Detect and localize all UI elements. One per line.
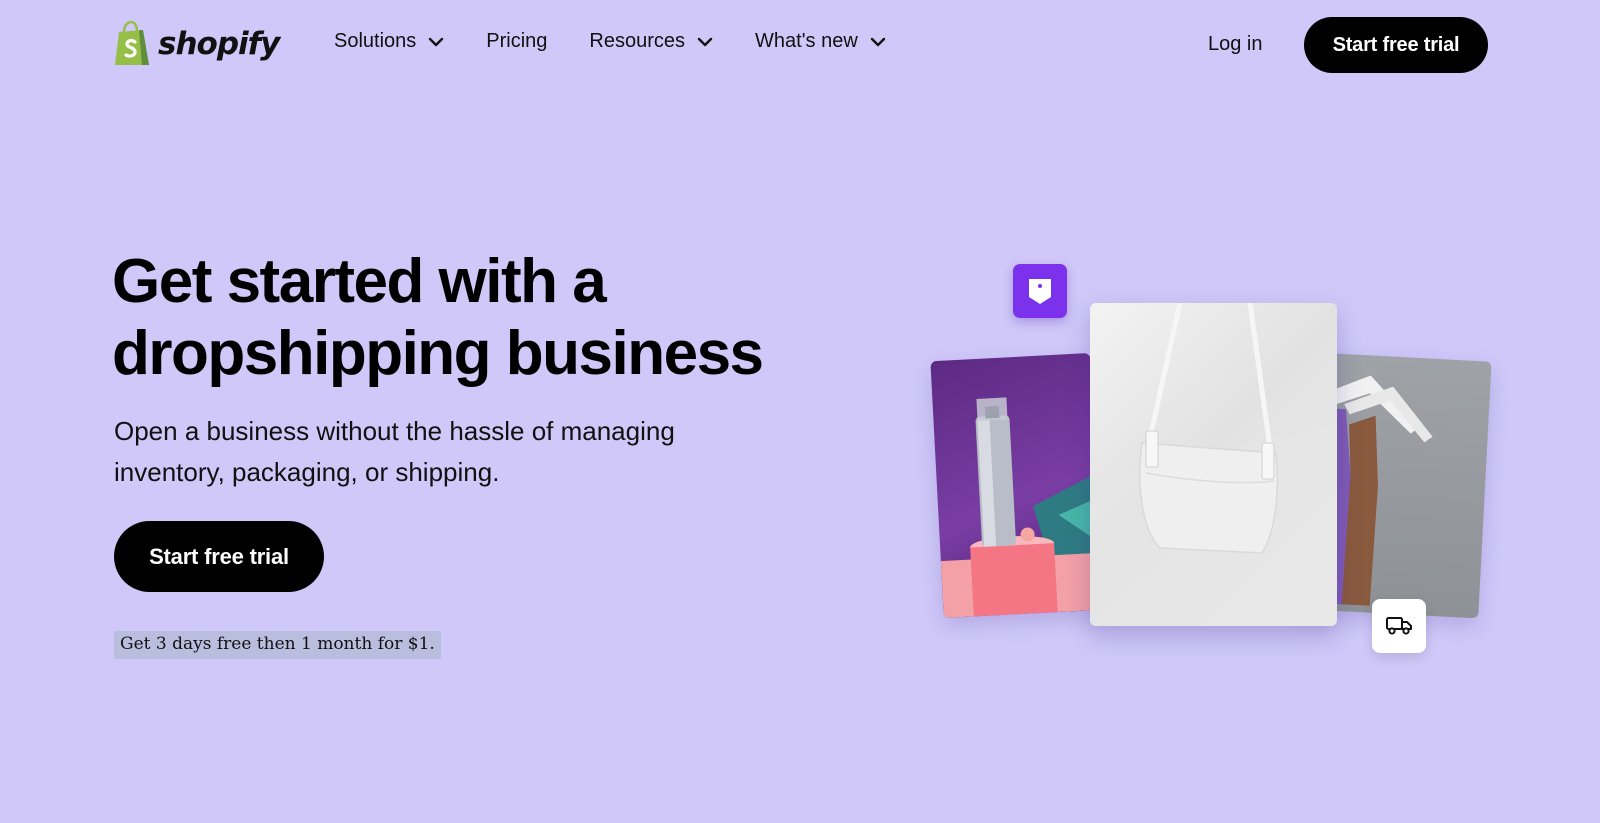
login-link[interactable]: Log in	[1208, 33, 1263, 56]
delivery-truck-icon	[1372, 599, 1426, 653]
logo-wordmark: shopify	[158, 26, 280, 62]
chevron-down-icon	[697, 37, 713, 46]
hero-start-trial-button[interactable]: Start free trial	[114, 521, 324, 592]
site-header: shopify Solutions Pricing Resources What…	[0, 0, 1600, 92]
chevron-down-icon	[429, 37, 444, 46]
hero-subtitle: Open a business without the hassle of ma…	[114, 416, 675, 487]
cosmetics-illustration	[940, 397, 1104, 619]
nav-item-label: Solutions	[334, 30, 417, 52]
main-nav: Solutions Pricing Resources What's new	[334, 30, 928, 53]
hero-title: Get started with a dropshipping business	[112, 247, 764, 388]
shopify-logo[interactable]: shopify	[112, 20, 280, 68]
promo-text: Get 3 days free then 1 month for $1.	[114, 631, 441, 659]
nav-item-label: Resources	[589, 30, 686, 52]
header-start-trial-button[interactable]: Start free trial	[1304, 17, 1488, 73]
nav-item-label: Pricing	[486, 30, 548, 52]
nav-item-pricing[interactable]: Pricing	[486, 30, 547, 53]
nav-item-whats-new[interactable]: What's new	[755, 30, 886, 53]
handbag-product-image	[1090, 303, 1337, 626]
nav-item-resources[interactable]: Resources	[589, 30, 713, 53]
nav-item-solutions[interactable]: Solutions	[334, 30, 444, 53]
truck-glyph-icon	[1386, 617, 1412, 635]
price-tag-icon	[1013, 264, 1067, 318]
handbag-illustration	[1090, 303, 1337, 626]
tag-glyph-icon	[1029, 279, 1051, 304]
cosmetics-product-image	[930, 352, 1104, 619]
nav-item-label: What's new	[755, 30, 858, 52]
chevron-down-icon	[870, 37, 885, 46]
shopping-bag-logo-icon	[115, 21, 149, 65]
